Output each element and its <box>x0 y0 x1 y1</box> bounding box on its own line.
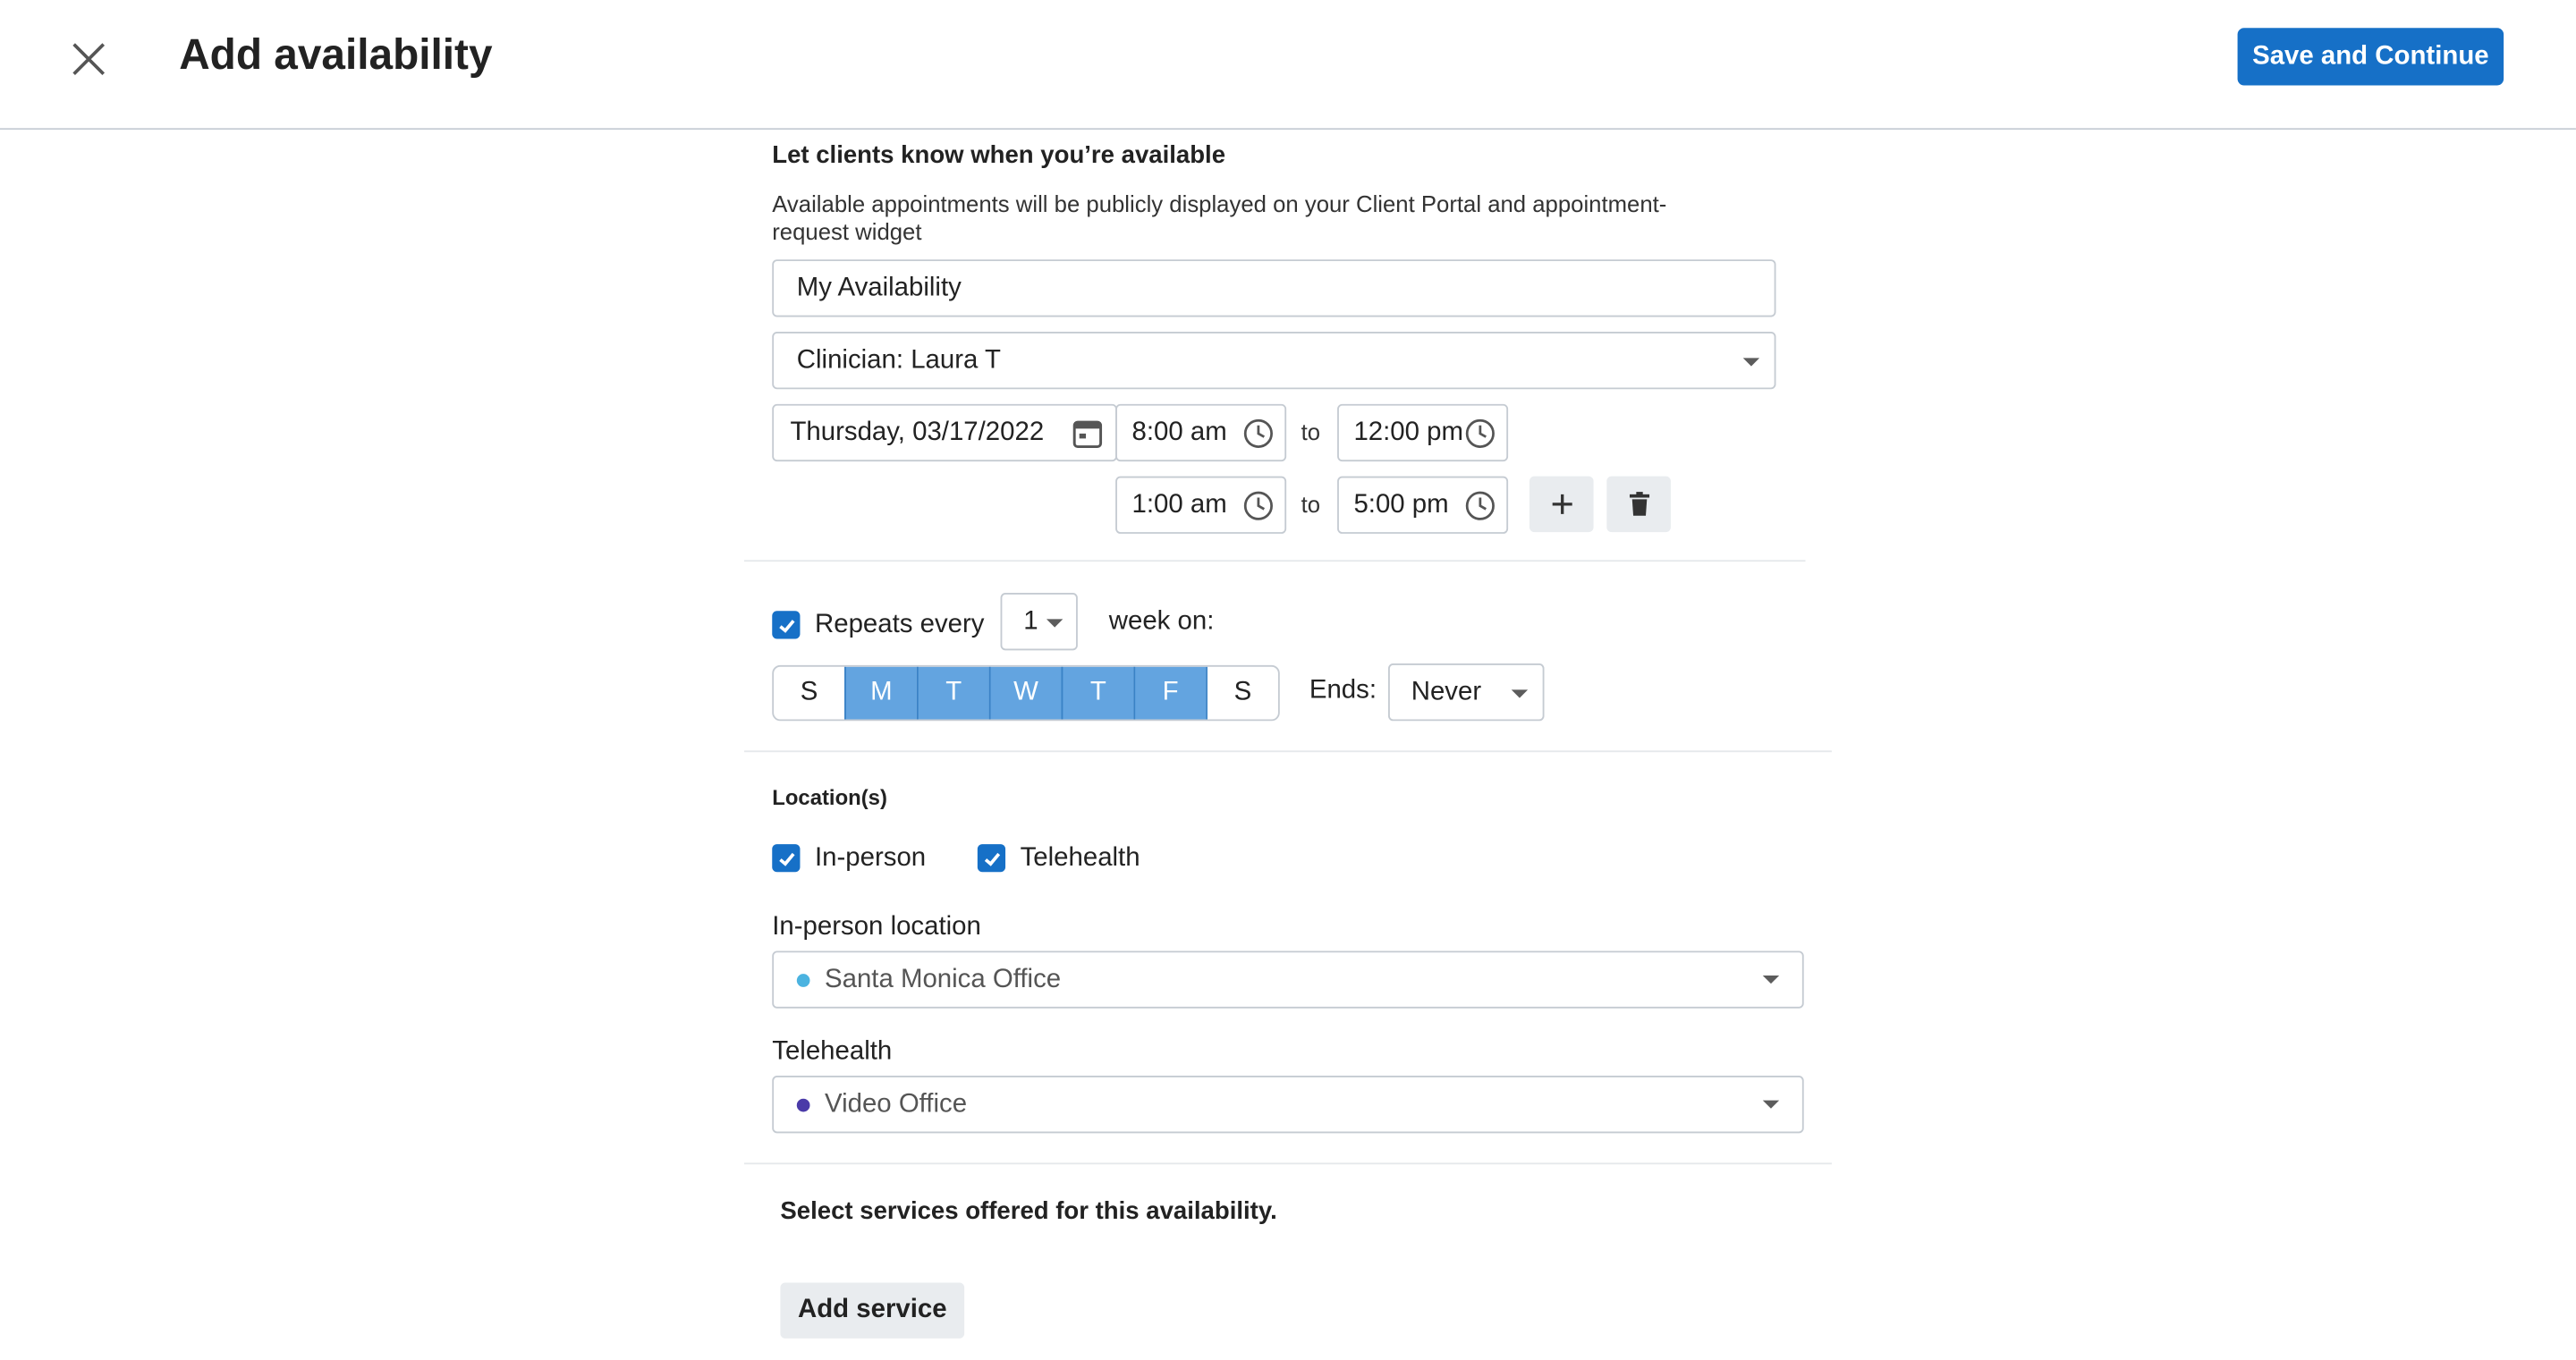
page-title: Add availability <box>179 30 493 80</box>
end-time-field[interactable]: 12:00 pm <box>1337 403 1509 462</box>
in-person-location-select[interactable]: Santa Monica Office <box>772 950 1804 1009</box>
day-toggle-sunday[interactable]: S <box>774 667 844 720</box>
section-description: Available appointments will be publicly … <box>772 190 1666 246</box>
telehealth-location-value: Video Office <box>825 1089 968 1118</box>
clock-icon <box>1463 418 1496 459</box>
divider <box>744 560 1806 562</box>
end-time-field[interactable]: 5:00 pm <box>1337 476 1509 534</box>
telehealth-location-select[interactable]: Video Office <box>772 1076 1804 1134</box>
delete-time-slot-button[interactable] <box>1606 476 1671 533</box>
section-heading: Let clients know when you’re available <box>772 140 1226 170</box>
add-service-button[interactable]: Add service <box>780 1282 965 1339</box>
chevron-down-icon <box>1762 975 1780 984</box>
divider <box>744 1162 1832 1165</box>
repeat-checkbox[interactable] <box>772 611 801 639</box>
calendar-icon[interactable] <box>1072 418 1105 459</box>
location-color-dot <box>796 973 810 986</box>
check-icon <box>778 619 794 632</box>
telehealth-label: Telehealth <box>1020 844 1140 873</box>
repeat-interval-value: 1 <box>1023 606 1038 635</box>
weekday-selector: S M T W T F S <box>772 664 1280 722</box>
date-value: Thursday, 03/17/2022 <box>790 418 1045 446</box>
availability-name-value: My Availability <box>796 273 962 302</box>
repeat-unit-label: week on: <box>1108 607 1215 636</box>
ends-value: Never <box>1411 677 1482 705</box>
start-time-field[interactable]: 1:00 am <box>1115 476 1287 534</box>
day-toggle-wednesday[interactable]: W <box>988 666 1062 720</box>
telehealth-color-dot <box>796 1097 810 1111</box>
locations-heading: Location(s) <box>772 784 887 810</box>
clinician-value: Clinician: Laura T <box>796 345 1001 374</box>
clock-icon <box>1242 418 1275 459</box>
in-person-checkbox[interactable] <box>772 844 801 873</box>
chevron-down-icon <box>1046 619 1063 628</box>
check-icon <box>778 851 794 866</box>
ends-label: Ends: <box>1309 676 1377 705</box>
repeat-label: Repeats every <box>815 611 985 639</box>
start-time-value: 8:00 am <box>1131 418 1227 446</box>
add-time-slot-button[interactable] <box>1529 476 1594 533</box>
telehealth-checkbox[interactable] <box>977 844 1006 873</box>
availability-name-input[interactable]: My Availability <box>772 259 1776 317</box>
to-label: to <box>1301 491 1321 518</box>
day-toggle-tuesday[interactable]: T <box>916 666 989 720</box>
chevron-down-icon <box>1742 358 1760 367</box>
chevron-down-icon <box>1511 689 1529 698</box>
day-toggle-thursday[interactable]: T <box>1061 666 1134 720</box>
description-line: request widget <box>772 218 922 245</box>
chevron-down-icon <box>1762 1100 1780 1109</box>
save-and-continue-button[interactable]: Save and Continue <box>2237 28 2504 86</box>
day-toggle-friday[interactable]: F <box>1133 666 1207 720</box>
in-person-label: In-person <box>815 844 927 873</box>
add-availability-page: Add availability Save and Continue Let c… <box>0 0 2576 1360</box>
telehealth-field-label: Telehealth <box>772 1037 893 1067</box>
plus-icon <box>1551 494 1572 514</box>
services-heading: Select services offered for this availab… <box>780 1196 1277 1226</box>
in-person-location-value: Santa Monica Office <box>825 965 1062 993</box>
to-label: to <box>1301 418 1321 445</box>
start-time-field[interactable]: 8:00 am <box>1115 403 1287 462</box>
header-bar: Add availability Save and Continue <box>0 0 2576 131</box>
clock-icon <box>1463 489 1496 530</box>
end-time-value: 5:00 pm <box>1353 490 1449 519</box>
divider <box>744 750 1832 753</box>
end-time-value: 12:00 pm <box>1353 418 1463 446</box>
clinician-select[interactable]: Clinician: Laura T <box>772 332 1776 390</box>
ends-select[interactable]: Never <box>1388 663 1545 722</box>
trash-icon <box>1629 492 1649 516</box>
description-line: Available appointments will be publicly … <box>772 190 1667 217</box>
day-toggle-monday[interactable]: M <box>844 666 917 720</box>
clock-icon <box>1242 489 1275 530</box>
day-toggle-saturday[interactable]: S <box>1206 666 1278 720</box>
date-picker-field[interactable]: Thursday, 03/17/2022 <box>772 403 1117 462</box>
repeat-interval-select[interactable]: 1 <box>1000 593 1078 651</box>
in-person-location-label: In-person location <box>772 913 981 942</box>
check-icon <box>983 851 1000 866</box>
close-icon[interactable] <box>65 36 111 81</box>
start-time-value: 1:00 am <box>1131 490 1227 519</box>
